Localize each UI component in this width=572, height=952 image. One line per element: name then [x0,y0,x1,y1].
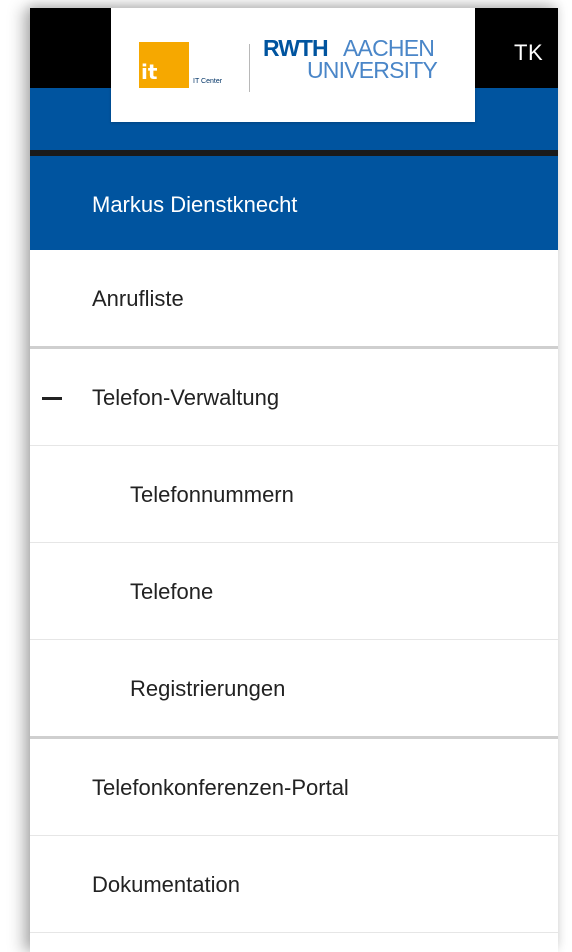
sidebar-item-phone-admin[interactable]: Telefon-Verwaltung [30,349,558,446]
sidebar-nav: Markus Dienstknecht Anrufliste Telefon-V… [30,156,558,933]
sidebar-item-label: Anrufliste [92,286,184,311]
university-logo[interactable]: it IT Center RWTH AACHEN UNIVERSITY [111,8,475,122]
sidebar-item-user[interactable]: Markus Dienstknecht [30,156,558,250]
sidebar-item-label: Telefon-Verwaltung [92,385,280,410]
logo-divider [249,44,250,92]
sidebar-item-label: Registrierungen [130,676,286,701]
collapse-minus-icon[interactable] [42,397,62,400]
sidebar-item-documentation[interactable]: Dokumentation [30,836,558,933]
it-center-label: IT Center [193,78,223,85]
it-logo-text: it [141,60,158,84]
sidebar-frame: TK it IT Center RWTH AACHEN UNIVERSITY M… [30,8,558,952]
sidebar-subitem-phones[interactable]: Telefone [30,543,558,640]
sidebar-item-label: Dokumentation [92,872,240,897]
sidebar-subitem-registrations[interactable]: Registrierungen [30,640,558,739]
sidebar-item-label: Telefonnummern [130,482,294,507]
sidebar-item-label: Telefone [130,579,214,604]
app-title: TK [514,40,544,65]
sidebar-subitem-phone-numbers[interactable]: Telefonnummern [30,446,558,543]
user-name: Markus Dienstknecht [92,192,298,217]
sidebar-item-label: Telefonkonferenzen-Portal [92,775,349,800]
university-wordmark: UNIVERSITY [307,57,438,83]
sidebar-item-call-list[interactable]: Anrufliste [30,250,558,349]
sidebar-item-conference-portal[interactable]: Telefonkonferenzen-Portal [30,739,558,836]
